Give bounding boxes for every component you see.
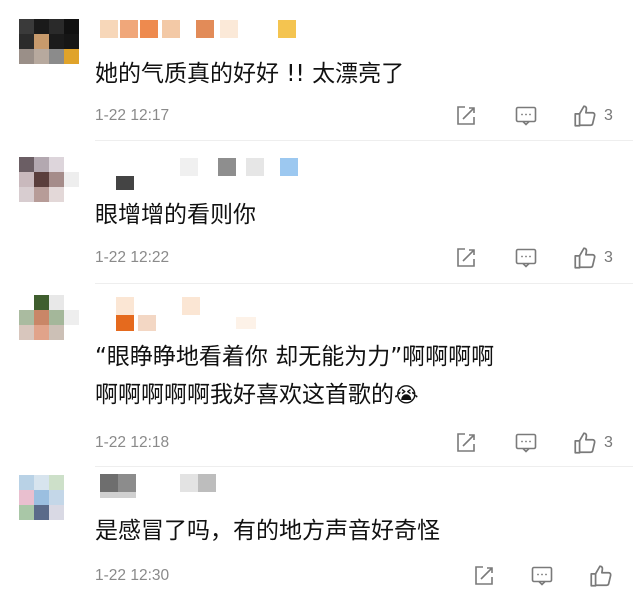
divider [95,466,633,467]
username-blurred[interactable] [96,293,306,333]
comment-button[interactable] [514,430,538,456]
comment-time: 1-22 12:30 [95,567,170,584]
comment-time: 1-22 12:18 [95,434,170,451]
forward-icon [457,248,475,267]
avatar[interactable] [19,157,79,217]
comment-button[interactable] [514,103,538,129]
divider [95,283,633,284]
comment-text-line-1: “眼睁睁地看着你 却无能为力”啊啊啊啊 [95,344,495,370]
avatar[interactable] [19,475,79,535]
like-count: 3 [604,249,613,266]
like-count: 3 [604,434,613,451]
comment-time: 1-22 12:17 [95,107,170,124]
forward-button[interactable] [454,103,478,129]
comment-icon [515,106,537,126]
comment-icon [515,248,537,268]
like-button[interactable]: 3 [572,103,613,129]
comment-time: 1-22 12:22 [95,249,170,266]
like-icon [574,432,596,454]
forward-button[interactable] [454,245,478,271]
comment-meta: 1-22 12:30 [0,561,633,591]
comment-text: “眼睁睁地看着你 却无能为力”啊啊啊啊 啊啊啊啊啊我好喜欢这首歌的😭 [95,338,615,414]
comment-meta: 1-22 12:22 3 [0,243,633,273]
like-count: 3 [604,107,613,124]
username-blurred[interactable] [96,470,306,510]
comment-text-line-2: 啊啊啊啊啊我好喜欢这首歌的😭 [95,382,419,408]
forward-icon [457,106,475,125]
comment-icon [515,433,537,453]
comment-text: 她的气质真的好好 !! 太漂亮了 [95,61,405,87]
username-blurred[interactable] [96,154,306,194]
like-button[interactable]: 3 [572,430,613,456]
forward-button[interactable] [472,563,496,589]
like-button[interactable]: 3 [572,245,613,271]
divider [95,140,633,141]
forward-icon [475,566,493,585]
like-icon [574,247,596,269]
forward-icon [457,433,475,452]
comment-icon [531,566,553,586]
forward-button[interactable] [454,430,478,456]
like-button[interactable] [588,563,614,589]
avatar[interactable] [19,19,79,79]
comment-button[interactable] [514,245,538,271]
like-icon [590,565,612,587]
comment-meta: 1-22 12:18 3 [0,428,633,458]
crying-emoji-icon: 😭 [394,383,419,407]
avatar[interactable] [19,295,79,355]
comment-button[interactable] [530,563,554,589]
comment-text: 是感冒了吗，有的地方声音好奇怪 [95,518,440,544]
like-icon [574,105,596,127]
username-blurred[interactable] [96,16,306,56]
comment-text: 眼增增的看则你 [95,202,256,228]
comment-meta: 1-22 12:17 3 [0,101,633,131]
